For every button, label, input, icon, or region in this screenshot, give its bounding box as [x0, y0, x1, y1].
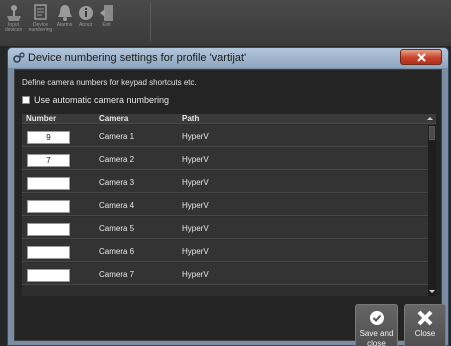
toolbar-label: numbering — [28, 27, 53, 33]
table-row[interactable]: Camera 3 HyperV — [22, 171, 428, 193]
table-row[interactable]: Camera 6 HyperV — [22, 240, 428, 262]
camera-number-input[interactable] — [27, 200, 70, 213]
toolbar-divider — [150, 3, 151, 41]
column-header-camera[interactable]: Camera — [99, 114, 128, 124]
numbering-icon — [33, 4, 47, 20]
camera-path: HyperV — [182, 178, 209, 187]
intro-text: Define camera numbers for keypad shortcu… — [22, 78, 197, 87]
camera-path: HyperV — [182, 201, 209, 210]
toolbar-label: devices — [5, 27, 22, 33]
dialog-titlebar[interactable]: Device numbering settings for profile 'v… — [8, 48, 448, 68]
window-close-button[interactable] — [400, 49, 442, 65]
scroll-up-arrow-icon[interactable] — [427, 117, 433, 120]
close-button[interactable]: Close — [404, 304, 446, 346]
camera-number-input[interactable] — [27, 269, 70, 282]
toolbar-alarms[interactable]: Alarms — [54, 0, 75, 44]
save-and-close-label: Save and close — [359, 329, 394, 346]
camera-name: Camera 5 — [99, 224, 135, 233]
camera-name: Camera 1 — [99, 132, 135, 141]
settings-icon — [13, 52, 25, 63]
auto-numbering-label: Use automatic camera numbering — [34, 95, 170, 105]
camera-number-input[interactable] — [27, 246, 70, 259]
camera-number-input[interactable]: 9 — [27, 131, 70, 144]
table-row[interactable]: 7 Camera 2 HyperV — [22, 148, 428, 170]
toolbar-about[interactable]: About — [75, 0, 96, 44]
camera-name: Camera 4 — [99, 201, 135, 210]
close-icon — [416, 52, 426, 62]
camera-path: HyperV — [182, 132, 209, 141]
auto-numbering-row[interactable]: Use automatic camera numbering — [22, 95, 169, 105]
camera-name: Camera 6 — [99, 247, 135, 256]
camera-path: HyperV — [182, 155, 209, 164]
joystick-icon — [6, 5, 21, 21]
info-icon — [78, 6, 93, 20]
table-row[interactable]: 9 Camera 1 HyperV — [22, 125, 428, 147]
dialog-title: Device numbering settings for profile 'v… — [28, 52, 247, 64]
camera-path: HyperV — [182, 224, 209, 233]
camera-name: Camera 2 — [99, 155, 135, 164]
save-and-close-button[interactable]: Save and close — [355, 304, 398, 346]
toolbar-exit[interactable]: Exit — [96, 0, 117, 44]
exit-icon — [99, 5, 113, 21]
table-header: Number Camera Path — [22, 114, 436, 124]
checkmark-icon — [369, 311, 384, 325]
table-row[interactable]: Camera 7 HyperV — [22, 263, 428, 285]
camera-numbering-table: Number Camera Path 9 Camera 1 HyperV 7 C… — [22, 114, 436, 296]
toolbar-label: Alarms — [56, 22, 73, 28]
column-header-number[interactable]: Number — [26, 114, 56, 124]
scrollbar-thumb[interactable] — [429, 126, 435, 140]
close-label: Close — [414, 329, 436, 338]
table-row[interactable]: Camera 4 HyperV — [22, 194, 428, 216]
dialog-content: Define camera numbers for keypad shortcu… — [14, 69, 446, 346]
toolbar-label: Exit — [102, 22, 111, 28]
background-toolbar: Input devices Device numbering Alarms Ab… — [0, 0, 451, 46]
table-row[interactable]: Camera 5 HyperV — [22, 217, 428, 239]
camera-name: Camera 7 — [99, 270, 135, 279]
camera-path: HyperV — [182, 270, 209, 279]
table-scrollbar[interactable] — [428, 125, 436, 296]
column-header-path[interactable]: Path — [182, 114, 199, 124]
device-numbering-dialog: Device numbering settings for profile 'v… — [7, 47, 449, 346]
close-icon — [417, 310, 433, 326]
camera-name: Camera 3 — [99, 178, 135, 187]
camera-path: HyperV — [182, 247, 209, 256]
camera-number-input[interactable] — [27, 177, 70, 190]
auto-numbering-checkbox[interactable] — [22, 96, 30, 104]
camera-number-input[interactable] — [27, 223, 70, 236]
bell-icon — [57, 5, 72, 21]
toolbar-device-numbering[interactable]: Device numbering — [27, 0, 54, 44]
toolbar-input-devices[interactable]: Input devices — [0, 0, 27, 44]
scroll-down-arrow-icon[interactable] — [429, 290, 435, 293]
camera-number-input[interactable]: 7 — [27, 154, 70, 167]
table-body: 9 Camera 1 HyperV 7 Camera 2 HyperV Came… — [22, 125, 428, 296]
toolbar-label: About — [78, 22, 93, 28]
